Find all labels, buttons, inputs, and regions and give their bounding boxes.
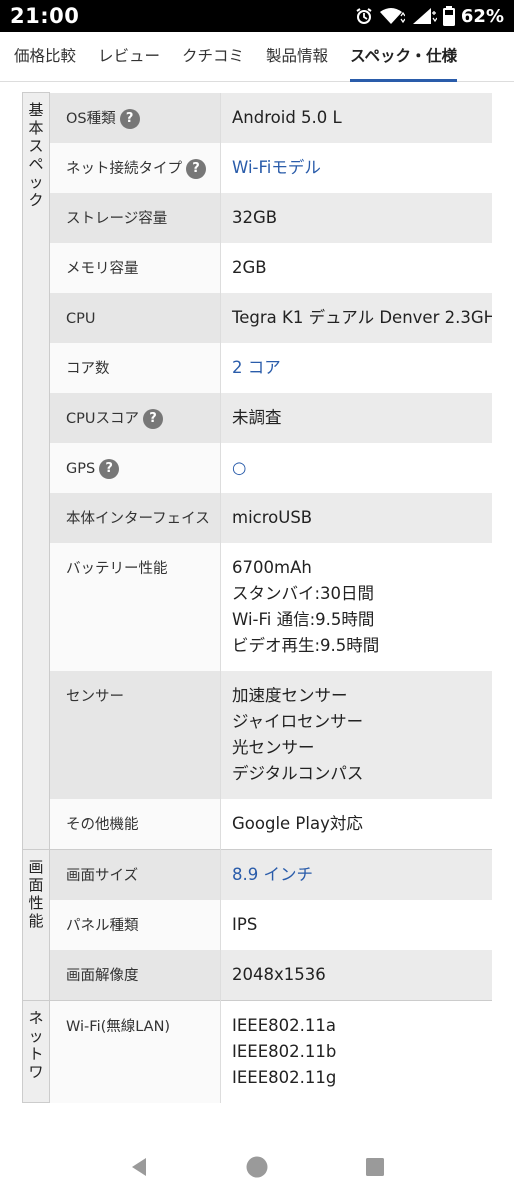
- table-row: 本体インターフェイス microUSB: [23, 492, 492, 543]
- tab-reviews[interactable]: レビュー: [98, 32, 160, 82]
- home-button[interactable]: [245, 1155, 269, 1179]
- recents-icon: [366, 1158, 384, 1176]
- status-bar: 21:00 62%: [0, 0, 514, 32]
- signal-icon: [411, 7, 437, 25]
- row-label: バッテリー性能: [49, 542, 221, 671]
- wifi-icon: [379, 7, 405, 25]
- row-value: microUSB: [220, 492, 492, 543]
- recents-button[interactable]: [363, 1155, 387, 1179]
- row-label: ストレージ容量: [49, 192, 221, 243]
- row-label: CPU: [49, 292, 221, 343]
- row-value: 32GB: [220, 192, 492, 243]
- row-value: 2GB: [220, 242, 492, 293]
- battery-icon: [442, 6, 455, 26]
- back-button[interactable]: [127, 1155, 151, 1179]
- row-value: IPS: [220, 899, 492, 950]
- help-icon[interactable]: ?: [142, 408, 163, 429]
- table-row: バッテリー性能 6700mAh スタンバイ:30日間 Wi-Fi 通信:9.5時…: [23, 542, 492, 671]
- row-value: 2048x1536: [220, 949, 492, 1000]
- row-label: CPUスコア?: [49, 392, 221, 443]
- value-link[interactable]: Wi-Fiモデル: [232, 158, 321, 177]
- table-row: 画面解像度 2048x1536: [23, 949, 492, 1000]
- tab-bar: 価格比較 レビュー クチコミ 製品情報 スペック・仕様: [0, 32, 514, 82]
- row-label: その他機能: [49, 798, 221, 849]
- row-label: パネル種類: [49, 899, 221, 950]
- row-label: GPS?: [49, 442, 221, 493]
- table-row: 画面性能 画面サイズ 8.9 インチ: [22, 848, 492, 1001]
- spec-table-container[interactable]: 基本スペック OS種類? Android 5.0 L ネット接続タイプ? Wi-…: [22, 92, 492, 1134]
- row-value: Tegra K1 デュアル Denver 2.3GHz: [220, 292, 492, 343]
- row-value: IEEE802.11a IEEE802.11b IEEE802.11g: [220, 999, 492, 1103]
- row-label: OS種類?: [49, 92, 221, 143]
- table-row: 基本スペック OS種類? Android 5.0 L: [22, 92, 492, 850]
- table-row: ネット接続タイプ? Wi-Fiモデル: [23, 142, 492, 193]
- table-row: パネル種類 IPS: [23, 899, 492, 950]
- row-label: 画面解像度: [49, 949, 221, 1000]
- table-row: コア数 2 コア: [23, 342, 492, 393]
- row-label: 画面サイズ: [49, 848, 221, 900]
- row-value: 6700mAh スタンバイ:30日間 Wi-Fi 通信:9.5時間 ビデオ再生:…: [220, 542, 492, 671]
- tab-price-compare[interactable]: 価格比較: [14, 32, 76, 82]
- group-network: ネットワ: [22, 999, 50, 1103]
- status-icons: 62%: [355, 6, 504, 27]
- value-link[interactable]: 8.9 インチ: [232, 865, 313, 884]
- table-row: CPU Tegra K1 デュアル Denver 2.3GHz: [23, 292, 492, 343]
- back-icon: [132, 1158, 146, 1176]
- row-value: Wi-Fiモデル: [220, 142, 492, 193]
- group-basic-spec: 基本スペック: [22, 92, 50, 850]
- help-icon[interactable]: ?: [119, 108, 140, 129]
- row-value: 未調査: [220, 392, 492, 443]
- row-value: 8.9 インチ: [220, 848, 492, 900]
- help-icon[interactable]: ?: [186, 158, 206, 179]
- row-value: Android 5.0 L: [220, 92, 492, 143]
- spec-table: 基本スペック OS種類? Android 5.0 L ネット接続タイプ? Wi-…: [22, 92, 492, 1103]
- row-value: 2 コア: [220, 342, 492, 393]
- value-link[interactable]: ○: [232, 458, 246, 477]
- value-link[interactable]: 2 コア: [232, 358, 281, 377]
- tab-word-of-mouth[interactable]: クチコミ: [182, 32, 244, 82]
- table-row: センサー 加速度センサー ジャイロセンサー 光センサー デジタルコンパス: [23, 670, 492, 799]
- table-row: メモリ容量 2GB: [23, 242, 492, 293]
- help-icon[interactable]: ?: [99, 458, 120, 479]
- row-label: ネット接続タイプ?: [49, 142, 221, 193]
- table-row: CPUスコア? 未調査: [23, 392, 492, 443]
- battery-percent: 62%: [460, 5, 504, 27]
- tab-specs[interactable]: スペック・仕様: [350, 32, 458, 82]
- home-icon: [246, 1156, 268, 1178]
- row-label: Wi-Fi(無線LAN): [49, 999, 221, 1103]
- row-label: メモリ容量: [49, 242, 221, 293]
- status-time: 21:00: [10, 4, 80, 28]
- row-value: 加速度センサー ジャイロセンサー 光センサー デジタルコンパス: [220, 670, 492, 799]
- table-row: ストレージ容量 32GB: [23, 192, 492, 243]
- table-row: ネットワ Wi-Fi(無線LAN) IEEE802.11a IEEE802.11…: [22, 999, 492, 1103]
- row-label: 本体インターフェイス: [49, 492, 221, 543]
- row-label: センサー: [49, 670, 221, 799]
- row-value: Google Play対応: [220, 798, 492, 849]
- group-screen: 画面性能: [22, 848, 50, 1001]
- alarm-icon: [355, 7, 373, 25]
- table-row: GPS? ○: [23, 442, 492, 493]
- row-label: コア数: [49, 342, 221, 393]
- system-nav-bar: [0, 1134, 514, 1200]
- table-row: その他機能 Google Play対応: [23, 798, 492, 849]
- tab-product-info[interactable]: 製品情報: [266, 32, 328, 82]
- row-value: ○: [220, 442, 492, 493]
